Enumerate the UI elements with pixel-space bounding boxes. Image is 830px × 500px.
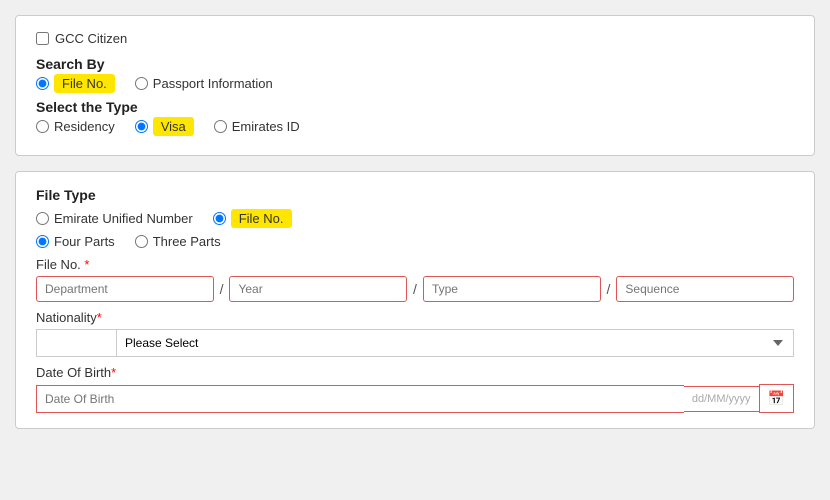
nationality-required: * [97, 310, 102, 325]
dob-field-label: Date Of Birth* [36, 365, 116, 380]
calendar-icon[interactable]: 📅 [759, 384, 794, 413]
separator-2: / [411, 281, 419, 297]
radio-emirates-id[interactable]: Emirates ID [214, 119, 300, 134]
radio-file-no[interactable]: File No. [36, 76, 115, 91]
visa-highlight: Visa [153, 117, 194, 136]
radio-four-parts[interactable]: Four Parts [36, 234, 115, 249]
required-star: * [84, 257, 89, 272]
nationality-field-label: Nationality* [36, 310, 102, 325]
year-input[interactable] [229, 276, 407, 302]
radio-file-no-2[interactable]: File No. [213, 211, 292, 226]
emirates-id-label[interactable]: Emirates ID [232, 119, 300, 134]
separator-3: / [605, 281, 613, 297]
four-parts-label[interactable]: Four Parts [54, 234, 115, 249]
dob-input[interactable] [36, 385, 684, 413]
dob-row: dd/MM/yyyy 📅 [36, 384, 794, 413]
file-no-label-row: File No. * [36, 257, 794, 272]
gcc-citizen-checkbox[interactable] [36, 32, 49, 45]
dob-label-row: Date Of Birth* [36, 365, 794, 380]
search-by-options: File No. Passport Information [36, 76, 794, 91]
dob-format: dd/MM/yyyy [684, 386, 759, 412]
dob-required: * [111, 365, 116, 380]
three-parts-label[interactable]: Three Parts [153, 234, 221, 249]
file-no-label[interactable]: File No. [54, 76, 115, 91]
file-type-options: Emirate Unified Number File No. [36, 211, 794, 226]
search-card: GCC Citizen Search By File No. Passport … [15, 15, 815, 156]
file-no-highlight: File No. [54, 74, 115, 93]
emirate-unified-label[interactable]: Emirate Unified Number [54, 211, 193, 226]
radio-three-parts[interactable]: Three Parts [135, 234, 221, 249]
nationality-code-input[interactable] [36, 329, 116, 357]
file-no-field-label: File No. * [36, 257, 89, 272]
nationality-select[interactable]: Please Select [116, 329, 794, 357]
gcc-citizen-label[interactable]: GCC Citizen [55, 31, 127, 46]
file-no-2-highlight: File No. [231, 209, 292, 228]
search-by-title: Search By [36, 56, 794, 72]
parts-options: Four Parts Three Parts [36, 234, 794, 249]
radio-visa[interactable]: Visa [135, 119, 194, 134]
file-type-title: File Type [36, 187, 794, 203]
gcc-row: GCC Citizen [36, 31, 794, 46]
type-options: Residency Visa Emirates ID [36, 119, 794, 134]
file-no-2-label[interactable]: File No. [231, 211, 292, 226]
nationality-label-row: Nationality* [36, 310, 794, 325]
select-type-title: Select the Type [36, 99, 794, 115]
sequence-input[interactable] [616, 276, 794, 302]
type-input[interactable] [423, 276, 601, 302]
file-type-card: File Type Emirate Unified Number File No… [15, 171, 815, 429]
radio-emirate-unified[interactable]: Emirate Unified Number [36, 211, 193, 226]
separator-1: / [218, 281, 226, 297]
radio-residency[interactable]: Residency [36, 119, 115, 134]
residency-label[interactable]: Residency [54, 119, 115, 134]
visa-label[interactable]: Visa [153, 119, 194, 134]
nationality-row: Please Select [36, 329, 794, 357]
passport-label[interactable]: Passport Information [153, 76, 273, 91]
radio-passport[interactable]: Passport Information [135, 76, 273, 91]
department-input[interactable] [36, 276, 214, 302]
file-no-fields: / / / [36, 276, 794, 302]
